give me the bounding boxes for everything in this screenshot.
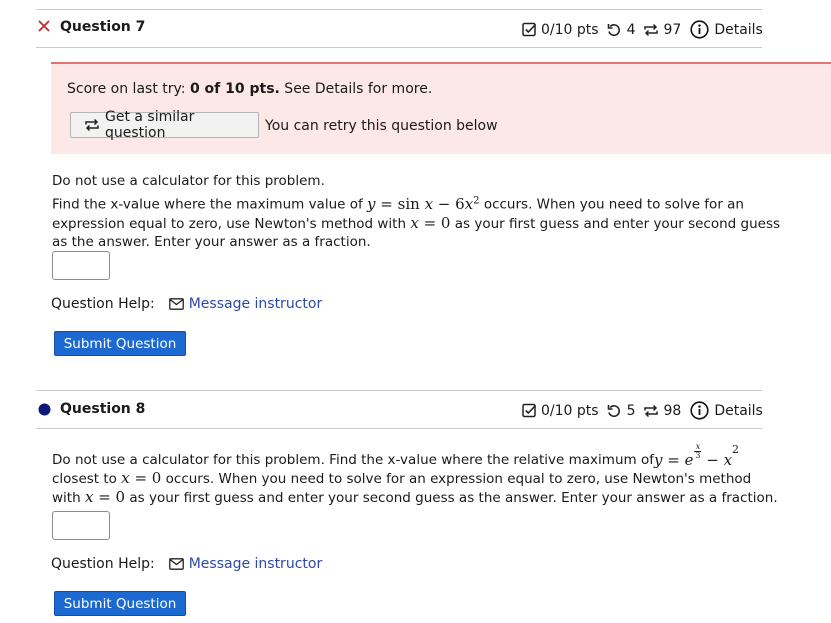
q8-title: Question 8 <box>60 401 146 417</box>
q7-help-row: Question Help: Message instructor <box>51 296 322 312</box>
info-icon[interactable] <box>690 20 709 39</box>
retry-text: You can retry this question below <box>265 118 498 134</box>
q7-attempts: 97 <box>663 21 682 38</box>
q7-title: Question 7 <box>60 19 146 35</box>
q8-score: 0/10 pts <box>541 402 599 419</box>
x-mark-icon <box>38 20 50 36</box>
undo-icon <box>606 403 622 419</box>
q7-submit-button[interactable]: Submit Question <box>54 331 186 356</box>
q7-details-link[interactable]: Details <box>714 22 763 38</box>
q8-top-divider <box>36 390 762 391</box>
q8-line-1: Do not use a calculator for this problem… <box>52 442 740 470</box>
envelope-icon <box>168 298 184 310</box>
q7-message-instructor-link[interactable]: Message instructor <box>189 296 323 312</box>
q7-header-divider <box>36 47 762 48</box>
undo-icon <box>606 22 622 38</box>
feedback-suffix: See Details for more. <box>279 81 433 97</box>
envelope-icon <box>168 558 184 570</box>
q7-answer-input[interactable] <box>52 251 110 280</box>
q8-meta: 0/10 pts 5 98 Details <box>522 401 763 420</box>
checkbox-icon <box>522 403 537 418</box>
q8-line-2: closest to x = 0 occurs. When you need t… <box>52 469 752 487</box>
q8-question-text: Do not use a calculator for this problem… <box>52 442 778 507</box>
q7-help-label: Question Help: <box>51 296 155 312</box>
q8-help-row: Question Help: Message instructor <box>51 556 322 572</box>
repeat-icon <box>84 117 100 133</box>
q8-retries: 5 <box>626 402 636 419</box>
q7-feedback-text: Score on last try: 0 of 10 pts. See Deta… <box>67 81 432 97</box>
info-icon[interactable] <box>690 401 709 420</box>
q8-message-instructor-link[interactable]: Message instructor <box>189 556 323 572</box>
q8-line-3: with x = 0 as your first guess and enter… <box>52 488 778 506</box>
q7-line-2: Find the x-value where the maximum value… <box>52 194 744 213</box>
q8-header-divider <box>36 428 762 429</box>
q8-help-label: Question Help: <box>51 556 155 572</box>
q7-score: 0/10 pts <box>541 21 599 38</box>
q8-answer-input[interactable] <box>52 511 110 540</box>
feedback-score: 0 of 10 pts. <box>189 81 280 97</box>
q8-details-link[interactable]: Details <box>714 403 763 419</box>
q8-attempts: 98 <box>663 402 682 419</box>
q7-meta: 0/10 pts 4 97 Details <box>522 20 763 39</box>
q8-submit-button[interactable]: Submit Question <box>54 591 186 616</box>
repeat-icon <box>643 403 659 419</box>
top-divider <box>36 9 762 10</box>
q7-feedback-box: Score on last try: 0 of 10 pts. See Deta… <box>51 62 831 154</box>
q7-question-text: Do not use a calculator for this problem… <box>52 172 781 251</box>
feedback-prefix: Score on last try: <box>67 81 190 97</box>
q7-line-1: Do not use a calculator for this problem… <box>52 173 325 189</box>
repeat-icon <box>643 22 659 38</box>
get-similar-question-button[interactable]: Get a similar question <box>70 109 259 141</box>
q7-line-4: as the answer. Enter your answer as a fr… <box>52 233 371 250</box>
q7-equation: y = sin x − 6x2 <box>367 194 480 213</box>
get-similar-question-label: Get a similar question <box>105 109 195 141</box>
filled-circle-icon <box>38 403 51 420</box>
checkbox-icon <box>522 22 537 37</box>
q8-equation: y = ex3 − x2 <box>653 442 740 470</box>
q7-line-3: expression equal to zero, use Newton's m… <box>52 213 781 232</box>
q7-retries: 4 <box>626 21 636 38</box>
